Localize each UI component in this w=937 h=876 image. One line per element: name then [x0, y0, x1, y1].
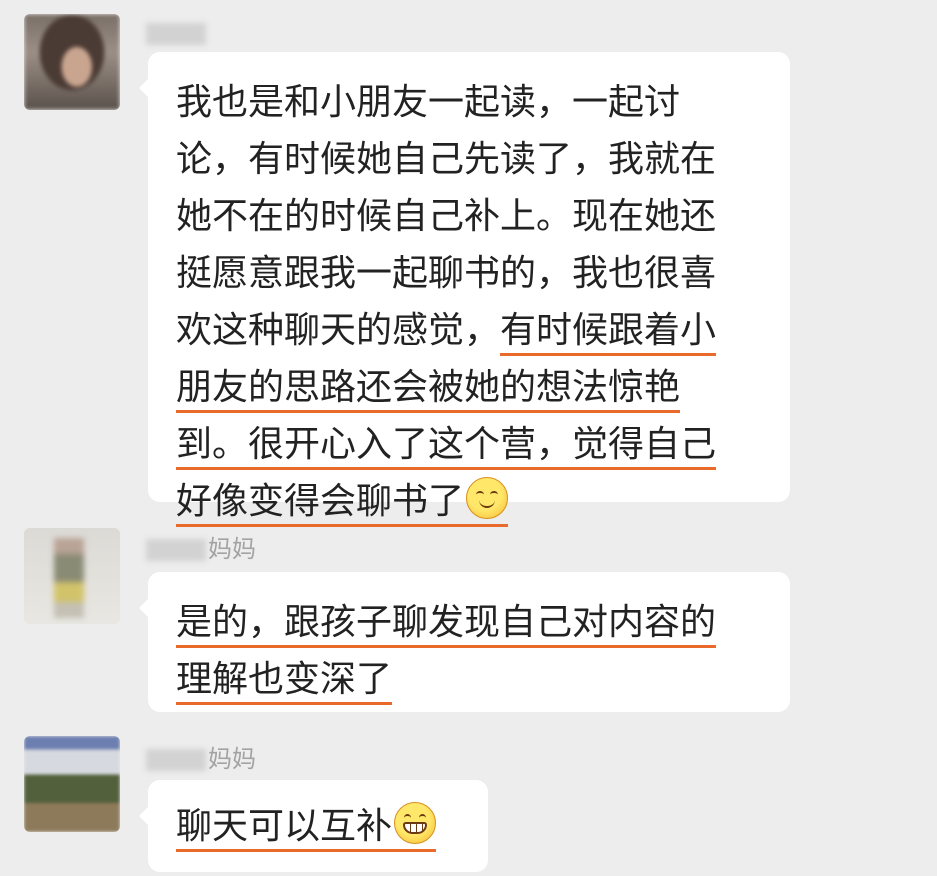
message-line: 我也是和小朋友一起读，一起讨: [176, 82, 681, 123]
sender-name: 妈妈: [146, 534, 256, 564]
underlined-text: 好像变得会聊书了: [176, 477, 509, 527]
avatar[interactable]: [24, 528, 120, 624]
redacted-name: [146, 23, 206, 45]
underlined-text: 朋友的思路还会被她的想法惊艳: [176, 367, 681, 413]
underlined-text: 理解也变深了: [176, 659, 393, 705]
message-bubble[interactable]: 我也是和小朋友一起读，一起讨 论，有时候她自己先读了，我就在 她不在的时候自己补…: [139, 52, 790, 527]
message-line: 她不在的时候自己补上。现在她还: [176, 196, 717, 237]
message-line: 理解也变深了: [176, 651, 762, 708]
underlined-text: 聊天可以互补: [176, 802, 437, 852]
message-line: 是的，跟孩子聊发现自己对内容的: [176, 594, 762, 651]
smiling-face-emoji: [466, 477, 509, 519]
message-line: 朋友的思路还会被她的想法惊艳: [176, 359, 762, 416]
avatar[interactable]: [24, 14, 120, 110]
redacted-name: [146, 749, 206, 771]
message-line: 聊天可以互补: [176, 798, 460, 855]
message-bubble[interactable]: 是的，跟孩子聊发现自己对内容的 理解也变深了: [139, 572, 790, 712]
message-line: 论，有时候她自己先读了，我就在: [176, 139, 717, 180]
underlined-text: 是的，跟孩子聊发现自己对内容的: [176, 602, 717, 648]
message-line: 挺愿意跟我一起聊书的，我也很喜: [176, 253, 717, 294]
avatar[interactable]: [24, 736, 120, 832]
sender-name: 妈妈: [146, 744, 256, 774]
message-line: 欢这种聊天的感觉，有时候跟着小: [176, 302, 762, 359]
message-line: 到。很开心入了这个营，觉得自己: [176, 416, 762, 473]
chat-window: 我也是和小朋友一起读，一起讨 论，有时候她自己先读了，我就在 她不在的时候自己补…: [0, 0, 937, 876]
grinning-face-emoji: [394, 802, 437, 844]
message-line: 好像变得会聊书了: [176, 473, 762, 530]
message-bubble[interactable]: 聊天可以互补: [139, 780, 488, 872]
sender-name: [146, 18, 208, 48]
underlined-text: 到。很开心入了这个营，觉得自己: [176, 424, 717, 470]
underlined-text: 有时候跟着小: [500, 310, 717, 356]
redacted-name: [146, 539, 206, 561]
